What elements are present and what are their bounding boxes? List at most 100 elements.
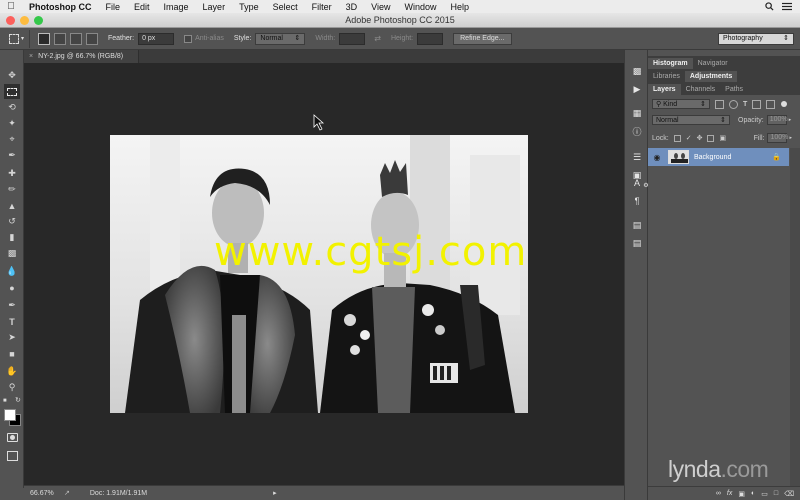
blend-mode-select[interactable]: Normal ⇕: [652, 115, 730, 125]
new-group-icon[interactable]: ▭: [761, 490, 768, 498]
layer-row-background[interactable]: ◉ Background 🔒: [648, 148, 789, 166]
close-tab-icon[interactable]: ×: [29, 53, 33, 60]
tool-preset-picker[interactable]: ▾: [4, 29, 30, 48]
smart-object-filter-icon[interactable]: [766, 99, 776, 109]
path-selection-tool-icon[interactable]: ➤: [4, 330, 20, 345]
anti-alias-checkbox[interactable]: [184, 34, 193, 43]
tab-paths[interactable]: Paths: [720, 84, 748, 95]
type-tool-icon[interactable]: T: [4, 314, 20, 329]
menu-3d[interactable]: 3D: [339, 2, 365, 12]
menu-select[interactable]: Select: [266, 2, 305, 12]
close-window-button[interactable]: [6, 16, 15, 25]
pixel-filter-icon[interactable]: [715, 99, 724, 109]
menu-filter[interactable]: Filter: [305, 2, 339, 12]
artboard-lock-icon[interactable]: [707, 134, 715, 142]
menu-view[interactable]: View: [364, 2, 397, 12]
gradient-tool-icon[interactable]: ▩: [4, 246, 20, 261]
subtract-selection-mode-button[interactable]: [70, 32, 82, 45]
notification-list-icon[interactable]: [782, 2, 792, 11]
menu-layer[interactable]: Layer: [196, 2, 233, 12]
status-menu-arrow-icon[interactable]: ▸: [273, 489, 277, 497]
tab-navigator[interactable]: Navigator: [693, 58, 733, 69]
intersect-selection-mode-button[interactable]: [86, 32, 98, 45]
width-input[interactable]: [339, 32, 366, 45]
paragraph-panel-icon[interactable]: ¶: [630, 194, 644, 208]
adjustment-layer-icon[interactable]: ◐: [751, 490, 755, 497]
lasso-tool-icon[interactable]: ⟲: [4, 100, 20, 115]
eraser-tool-icon[interactable]: ▮: [4, 230, 20, 245]
visibility-eye-icon[interactable]: ◉: [648, 153, 666, 162]
menu-window[interactable]: Window: [397, 2, 443, 12]
default-colors-icon[interactable]: ■: [3, 398, 7, 404]
menu-image[interactable]: Image: [157, 2, 196, 12]
add-mask-icon[interactable]: ▣: [738, 490, 745, 498]
tab-adjustments[interactable]: Adjustments: [684, 71, 738, 82]
filter-toggle-icon[interactable]: [781, 101, 788, 107]
share-icon[interactable]: ↗: [64, 489, 70, 497]
menu-edit[interactable]: Edit: [127, 2, 157, 12]
fill-input[interactable]: 100%: [767, 133, 788, 143]
lock-all-icon[interactable]: ▣: [719, 134, 726, 142]
chevron-right-icon[interactable]: ▸: [789, 117, 792, 123]
lock-transparent-icon[interactable]: [673, 134, 681, 142]
adjustment-filter-icon[interactable]: [729, 99, 738, 109]
pen-tool-icon[interactable]: ✒: [4, 298, 20, 313]
document-tab[interactable]: × NY-2.jpg @ 66.7% (RGB/8): [24, 50, 139, 63]
hand-tool-icon[interactable]: ✋: [4, 364, 20, 379]
app-menu[interactable]: Photoshop CC: [22, 2, 99, 12]
document-image[interactable]: www.cgtsj.com: [110, 135, 528, 413]
quick-selection-tool-icon[interactable]: ✦: [4, 116, 20, 131]
healing-brush-tool-icon[interactable]: ✚: [4, 166, 20, 181]
workspace-select[interactable]: Photography ⇕: [718, 32, 794, 45]
feather-input[interactable]: 0 px: [138, 32, 175, 45]
tab-layers[interactable]: Layers: [648, 84, 681, 95]
quick-mask-icon[interactable]: [4, 430, 20, 445]
history-brush-tool-icon[interactable]: ↺: [4, 214, 20, 229]
height-input[interactable]: [417, 32, 444, 45]
crop-tool-icon[interactable]: ⌖: [4, 132, 20, 147]
apple-icon[interactable]: : [0, 1, 22, 12]
actions-play-icon[interactable]: ▶: [630, 82, 644, 96]
new-layer-icon[interactable]: □: [774, 490, 778, 497]
zoom-window-button[interactable]: [34, 16, 43, 25]
style-select[interactable]: Normal ⇕: [255, 32, 306, 45]
type-filter-icon[interactable]: T: [743, 101, 747, 108]
tab-channels[interactable]: Channels: [681, 84, 721, 95]
minimize-window-button[interactable]: [20, 16, 29, 25]
zoom-tool-icon[interactable]: ⚲: [4, 380, 20, 395]
eyedropper-tool-icon[interactable]: ✒: [4, 148, 20, 163]
lock-pixels-icon[interactable]: ✓: [686, 134, 692, 142]
menu-file[interactable]: File: [99, 2, 128, 12]
shape-filter-icon[interactable]: [752, 99, 762, 109]
properties-panel-icon[interactable]: ☰: [630, 150, 644, 164]
tab-libraries[interactable]: Libraries: [648, 71, 685, 82]
spotlight-search-icon[interactable]: [765, 2, 774, 11]
menu-help[interactable]: Help: [443, 2, 476, 12]
clone-stamp-tool-icon[interactable]: ▲: [4, 198, 20, 213]
foreground-color-swatch[interactable]: [4, 409, 16, 421]
menu-type[interactable]: Type: [232, 2, 266, 12]
new-selection-mode-button[interactable]: [38, 32, 50, 45]
link-layers-icon[interactable]: ∞: [716, 490, 721, 497]
histogram-panel-icon[interactable]: ▩: [630, 64, 644, 78]
move-tool-icon[interactable]: ✥: [4, 68, 20, 83]
dodge-tool-icon[interactable]: ●: [4, 280, 20, 295]
info-panel-icon[interactable]: ⓘ: [630, 124, 644, 138]
add-selection-mode-button[interactable]: [54, 32, 66, 45]
brush-tool-icon[interactable]: ✏: [4, 182, 20, 197]
brush-presets-icon[interactable]: ▦: [630, 106, 644, 120]
lock-position-icon[interactable]: ✥: [697, 134, 703, 142]
delete-layer-icon[interactable]: ⌫: [784, 490, 794, 498]
blur-tool-icon[interactable]: 💧: [4, 264, 20, 279]
screen-mode-icon[interactable]: [4, 448, 20, 463]
zoom-level[interactable]: 66.67%: [24, 490, 58, 497]
character-panel-icon[interactable]: A: [630, 176, 644, 190]
notes-panel-icon[interactable]: ▤: [630, 236, 644, 250]
swap-dimensions-icon[interactable]: ⇄: [374, 34, 381, 43]
swap-colors-icon[interactable]: ↻: [15, 396, 21, 404]
tab-histogram[interactable]: Histogram: [648, 58, 693, 69]
refine-edge-button[interactable]: Refine Edge...: [453, 32, 512, 45]
tool-presets-icon[interactable]: ▤: [630, 218, 644, 232]
layers-scrollbar[interactable]: [790, 148, 800, 490]
chevron-right-icon[interactable]: ▸: [789, 135, 792, 141]
